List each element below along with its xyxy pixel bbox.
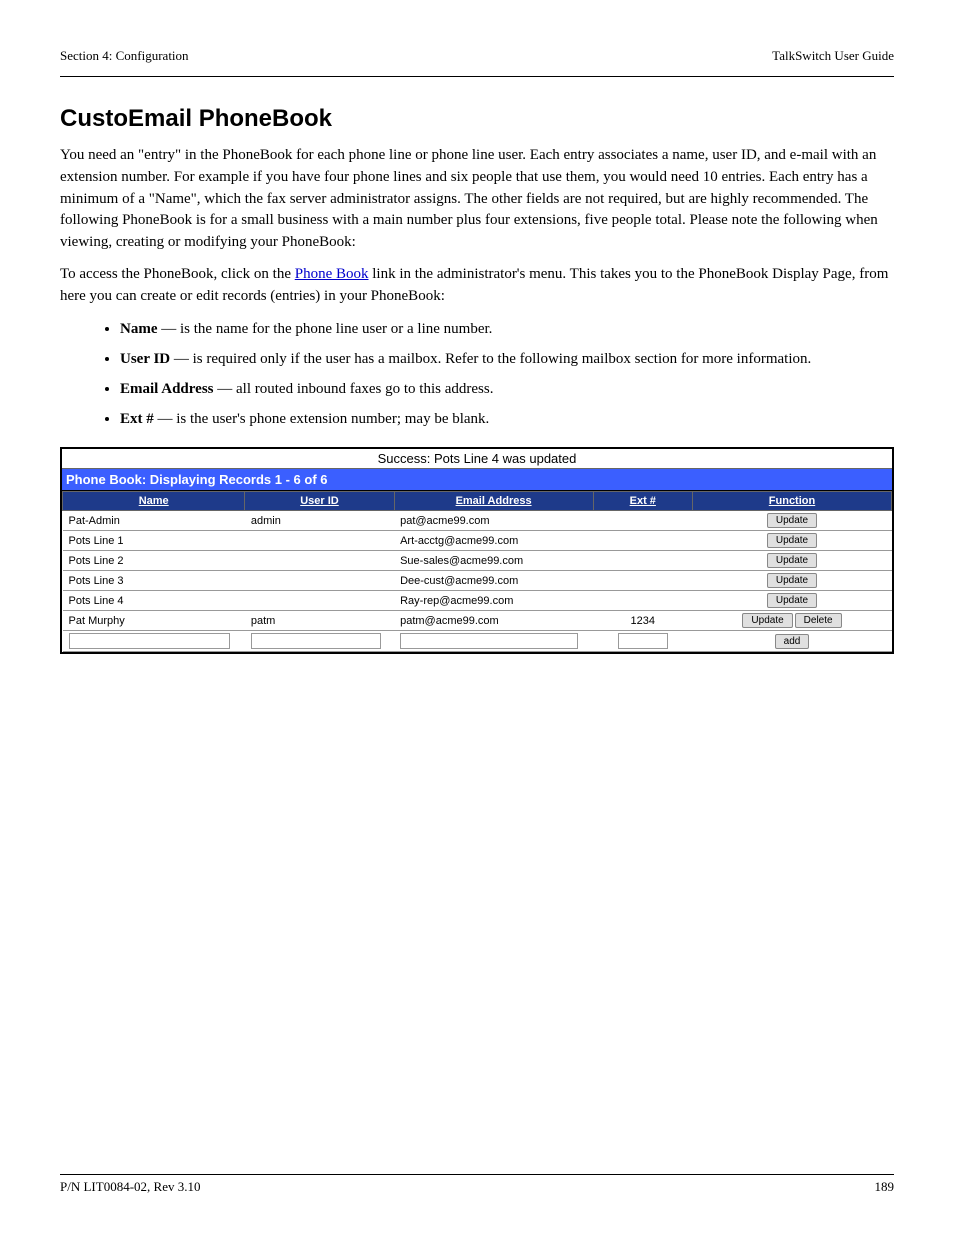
cell-function: Update bbox=[693, 511, 892, 531]
header-rule bbox=[60, 76, 894, 77]
header-ext[interactable]: Ext # bbox=[593, 492, 692, 511]
update-button[interactable]: Update bbox=[767, 553, 817, 568]
cell-ext bbox=[593, 551, 692, 571]
footer-right: 189 bbox=[875, 1179, 895, 1195]
new-name-input[interactable] bbox=[69, 633, 231, 649]
update-button[interactable]: Update bbox=[767, 533, 817, 548]
header-email[interactable]: Email Address bbox=[394, 492, 593, 511]
cell-email: Dee-cust@acme99.com bbox=[394, 571, 593, 591]
update-button[interactable]: Update bbox=[767, 573, 817, 588]
cell-name: Pat Murphy bbox=[63, 611, 245, 631]
new-email-input[interactable] bbox=[400, 633, 578, 649]
field-bullets: Name — is the name for the phone line us… bbox=[60, 317, 894, 431]
access-paragraph: To access the PhoneBook, click on the Ph… bbox=[60, 264, 894, 308]
cell-name: Pots Line 2 bbox=[63, 551, 245, 571]
cell-name: Pat-Admin bbox=[63, 511, 245, 531]
header-function: Function bbox=[693, 492, 892, 511]
cell-email: patm@acme99.com bbox=[394, 611, 593, 631]
cell-ext bbox=[593, 531, 692, 551]
cell-email: Ray-rep@acme99.com bbox=[394, 591, 593, 611]
bullet-userid: User ID — is required only if the user h… bbox=[120, 347, 894, 371]
new-ext-input[interactable] bbox=[618, 633, 668, 649]
update-button[interactable]: Update bbox=[767, 513, 817, 528]
cell-ext: 1234 bbox=[593, 611, 692, 631]
cell-ext bbox=[593, 571, 692, 591]
cell-function: Update bbox=[693, 571, 892, 591]
cell-ext bbox=[593, 511, 692, 531]
table-row: Pat Murphypatmpatm@acme99.com1234UpdateD… bbox=[63, 611, 892, 631]
cell-function: add bbox=[693, 631, 892, 652]
cell-userid bbox=[245, 551, 394, 571]
new-userid-input[interactable] bbox=[251, 633, 381, 649]
phonebook-table: Success: Pots Line 4 was updated Phone B… bbox=[60, 447, 894, 654]
cell-userid: patm bbox=[245, 611, 394, 631]
intro-paragraph: You need an "entry" in the PhoneBook for… bbox=[60, 145, 894, 254]
delete-button[interactable]: Delete bbox=[795, 613, 842, 628]
footer-left: P/N LIT0084-02, Rev 3.10 bbox=[60, 1179, 200, 1195]
footer-rule bbox=[60, 1174, 894, 1175]
header-name[interactable]: Name bbox=[63, 492, 245, 511]
cell-ext bbox=[593, 591, 692, 611]
cell-userid: admin bbox=[245, 511, 394, 531]
header-left: Section 4: Configuration bbox=[60, 48, 189, 64]
update-button[interactable]: Update bbox=[767, 593, 817, 608]
cell-name: Pots Line 1 bbox=[63, 531, 245, 551]
cell-userid bbox=[245, 571, 394, 591]
section-title: CustoEmail PhoneBook bbox=[60, 105, 894, 133]
table-row-new: add bbox=[63, 631, 892, 652]
cell-function: Update bbox=[693, 551, 892, 571]
cell-function: Update bbox=[693, 591, 892, 611]
cell-function: Update bbox=[693, 531, 892, 551]
cell-name: Pots Line 4 bbox=[63, 591, 245, 611]
cell-email: Sue-sales@acme99.com bbox=[394, 551, 593, 571]
table-row: Pots Line 3 Dee-cust@acme99.com Update bbox=[63, 571, 892, 591]
status-message: Success: Pots Line 4 was updated bbox=[62, 449, 892, 469]
table-row: Pots Line 2 Sue-sales@acme99.com Update bbox=[63, 551, 892, 571]
cell-userid bbox=[245, 591, 394, 611]
header-right: TalkSwitch User Guide bbox=[772, 48, 894, 64]
phonebook-link[interactable]: Phone Book bbox=[295, 266, 369, 282]
table-row: Pots Line 1 Art-acctg@acme99.com Update bbox=[63, 531, 892, 551]
cell-userid bbox=[245, 531, 394, 551]
table-row: Pots Line 4 Ray-rep@acme99.com Update bbox=[63, 591, 892, 611]
table-row: Pat-Adminadminpat@acme99.com Update bbox=[63, 511, 892, 531]
update-button[interactable]: Update bbox=[742, 613, 792, 628]
cell-name: Pots Line 3 bbox=[63, 571, 245, 591]
bullet-email: Email Address — all routed inbound faxes… bbox=[120, 377, 894, 401]
cell-email: pat@acme99.com bbox=[394, 511, 593, 531]
cell-function: UpdateDelete bbox=[693, 611, 892, 631]
cell-email: Art-acctg@acme99.com bbox=[394, 531, 593, 551]
header-userid[interactable]: User ID bbox=[245, 492, 394, 511]
table-title: Phone Book: Displaying Records 1 - 6 of … bbox=[62, 469, 892, 491]
bullet-name: Name — is the name for the phone line us… bbox=[120, 317, 894, 341]
add-button[interactable]: add bbox=[775, 634, 810, 649]
bullet-ext: Ext # — is the user's phone extension nu… bbox=[120, 407, 894, 431]
